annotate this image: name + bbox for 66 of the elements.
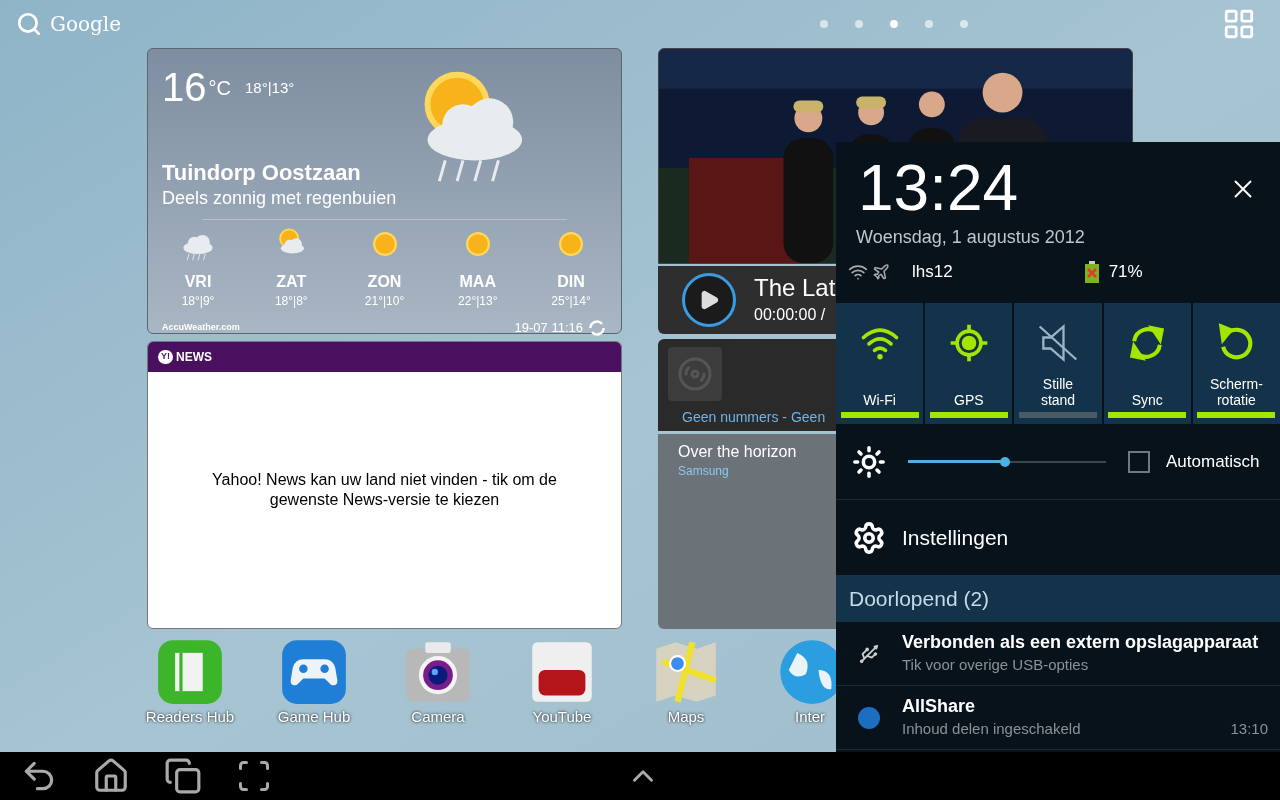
section-header: Doorlopend (2) bbox=[836, 575, 1280, 622]
video-title: The Lat bbox=[754, 273, 836, 303]
notification-text: Tik voor overige USB-opties bbox=[902, 654, 1089, 675]
screenshot-icon[interactable] bbox=[236, 758, 272, 794]
clock: 13:24 bbox=[858, 156, 1019, 220]
song-artist: Samsung bbox=[678, 463, 729, 480]
notification-title: AllShare bbox=[902, 695, 977, 718]
weather-condition: Deels zonnig met regenbuien bbox=[162, 186, 398, 209]
forecast-temperature: 22°|13° bbox=[458, 293, 498, 310]
mute-icon bbox=[1036, 321, 1080, 365]
forecast-day: ZAT bbox=[276, 272, 307, 292]
quick-setting-toggle[interactable]: GPS bbox=[925, 303, 1013, 424]
quick-setting-toggle[interactable]: Stille stand bbox=[1014, 303, 1102, 424]
provider-logo: AccuWeather.com bbox=[162, 321, 240, 335]
song-title: Over the horizon bbox=[678, 442, 797, 462]
music-disc-icon bbox=[677, 356, 713, 392]
city-name: Tuindorp Oostzaan bbox=[162, 159, 362, 187]
quick-setting-toggle[interactable]: Sync bbox=[1103, 303, 1191, 424]
recent-apps-icon[interactable] bbox=[164, 757, 202, 795]
quick-setting-toggle[interactable]: Scherm-rotatie bbox=[1192, 303, 1280, 424]
refresh-icon[interactable] bbox=[587, 318, 607, 338]
video-time: 00:00:00 / bbox=[754, 305, 827, 325]
airplane-icon bbox=[872, 262, 890, 281]
forecast-day: ZON bbox=[367, 272, 402, 292]
network-name: lhs12 bbox=[912, 261, 953, 283]
brightness-slider[interactable] bbox=[908, 455, 1106, 468]
yahoo-badge: Y! bbox=[158, 350, 173, 364]
app-icon bbox=[280, 638, 348, 706]
settings-icon bbox=[852, 520, 886, 555]
forecast-temperature: 21°|10° bbox=[364, 293, 405, 310]
forecast-temperature: 18°|9° bbox=[181, 293, 215, 310]
notification-text: Inhoud delen ingeschakeld bbox=[902, 718, 1081, 739]
brightness-icon bbox=[852, 444, 886, 479]
weather-icon bbox=[559, 232, 583, 256]
current-temperature: 16 bbox=[162, 67, 207, 107]
battery-icon bbox=[1084, 260, 1099, 283]
notification-item[interactable]: AllShare Inhoud delen ingeschakeld 13:10 bbox=[836, 686, 1280, 750]
news-widget[interactable]: Y! NEWS Yahoo! News kan uw land niet vinden - tik om de gewenste News-versie te kiezen bbox=[147, 341, 622, 629]
app-icon bbox=[156, 638, 224, 706]
temperature-unit: °C bbox=[208, 76, 231, 101]
notification-item[interactable]: Verbonden als een extern opslagapparaat Tik voor overige USB-opties bbox=[836, 622, 1280, 686]
forecast-temperature: 25°|14° bbox=[551, 293, 591, 310]
auto-checkbox[interactable] bbox=[1128, 450, 1150, 473]
settings-row[interactable]: Instellingen bbox=[836, 500, 1280, 575]
forecast-day: VRI bbox=[184, 272, 212, 292]
usb-icon bbox=[858, 642, 880, 665]
news-title: NEWS bbox=[176, 349, 212, 366]
music-info: Geen nummers - Geen bbox=[682, 408, 827, 427]
allshare-icon bbox=[858, 706, 880, 729]
high-low-temperature: 18°|13° bbox=[244, 78, 295, 98]
forecast-day: MAA bbox=[459, 272, 496, 292]
home-icon[interactable] bbox=[92, 757, 130, 795]
auto-label: Automatisch bbox=[1166, 450, 1260, 473]
slider-thumb[interactable] bbox=[1000, 456, 1010, 467]
forecast-day: DIN bbox=[557, 272, 585, 292]
search-icon bbox=[16, 11, 42, 37]
weather-icon bbox=[465, 232, 490, 256]
notification-title: Verbonden als een extern opslagapparaat bbox=[902, 631, 1260, 654]
forecast-temperature: 18°|8° bbox=[274, 293, 308, 310]
date: Woensdag, 1 augustus 2012 bbox=[856, 226, 1086, 249]
news-message: Yahoo! News kan uw land niet vinden - tik om de gewenste News-versie te kiezen bbox=[211, 470, 558, 510]
battery-level: 71% bbox=[1108, 261, 1143, 283]
notification-time: 13:10 bbox=[1230, 718, 1268, 739]
quick-setting-toggle[interactable]: Wi-Fi bbox=[836, 303, 924, 424]
play-button[interactable] bbox=[682, 273, 736, 327]
weather-icon bbox=[372, 232, 397, 256]
